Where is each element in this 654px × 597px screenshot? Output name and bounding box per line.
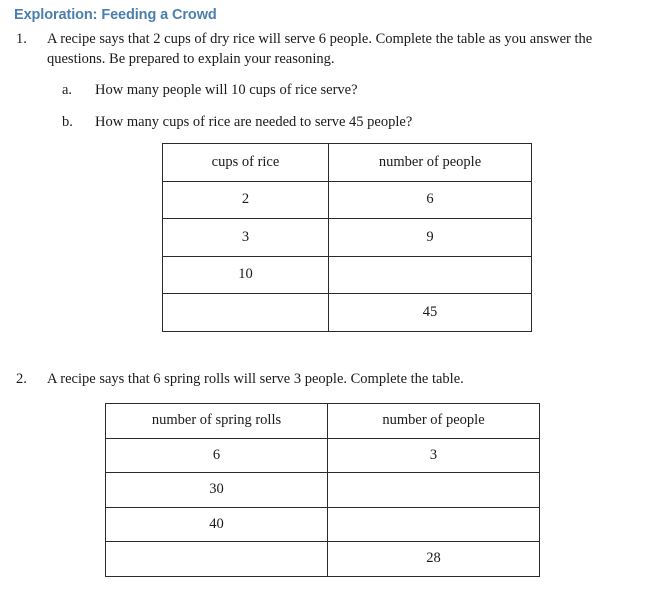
rice-table-header-people: number of people xyxy=(328,143,532,182)
rice-table-header-cups: cups of rice xyxy=(162,143,329,182)
table-row: 30 xyxy=(105,472,540,508)
subquestion-b-marker: b. xyxy=(62,114,73,130)
problem-1-subquestion-a: a. How many people will 10 cups of rice … xyxy=(62,81,482,100)
table-row: 40 xyxy=(105,506,540,542)
problem-2-marker: 2. xyxy=(16,371,27,387)
table-row: 10 xyxy=(162,255,532,294)
rolls-cell-r1c2[interactable]: 3 xyxy=(327,437,540,473)
problem-1-subquestion-b: b. How many cups of rice are needed to s… xyxy=(62,113,522,132)
rolls-cell-r4c1-blank[interactable] xyxy=(105,541,328,577)
table-row: 28 xyxy=(105,541,540,577)
subquestion-a-marker: a. xyxy=(62,82,73,98)
rice-cell-r1c2[interactable]: 6 xyxy=(328,180,532,219)
table-row-header: number of spring rolls number of people xyxy=(105,403,540,439)
subquestion-a-text: How many people will 10 cups of rice ser… xyxy=(95,82,358,98)
subquestion-b-text: How many cups of rice are needed to serv… xyxy=(95,114,413,130)
worksheet-page: Exploration: Feeding a Crowd 1. A recipe… xyxy=(0,0,654,597)
rice-cell-r3c1[interactable]: 10 xyxy=(162,255,329,294)
rolls-table-header-rolls: number of spring rolls xyxy=(105,403,328,439)
rolls-table-header-people: number of people xyxy=(327,403,540,439)
problem-2-text: A recipe says that 6 spring rolls will s… xyxy=(47,371,464,387)
rice-cell-r4c2[interactable]: 45 xyxy=(328,293,532,332)
rice-table: cups of rice number of people 2 6 3 9 10… xyxy=(162,143,532,332)
page-title: Exploration: Feeding a Crowd xyxy=(14,7,217,23)
rolls-cell-r2c1[interactable]: 30 xyxy=(105,472,328,508)
spring-rolls-table: number of spring rolls number of people … xyxy=(105,403,540,577)
table-row: 2 6 xyxy=(162,180,532,219)
table-row: 45 xyxy=(162,293,532,332)
problem-1: 1. A recipe says that 2 cups of dry rice… xyxy=(16,30,616,69)
problem-1-marker: 1. xyxy=(16,31,27,47)
rolls-cell-r1c1[interactable]: 6 xyxy=(105,437,328,473)
rolls-cell-r4c2[interactable]: 28 xyxy=(327,541,540,577)
table-row: 6 3 xyxy=(105,437,540,473)
rice-cell-r4c1-blank[interactable] xyxy=(162,293,329,332)
rolls-cell-r3c2-blank[interactable] xyxy=(327,506,540,542)
rice-cell-r3c2-blank[interactable] xyxy=(328,255,532,294)
problem-2: 2. A recipe says that 6 spring rolls wil… xyxy=(16,370,616,390)
rolls-cell-r2c2-blank[interactable] xyxy=(327,472,540,508)
rice-cell-r2c1[interactable]: 3 xyxy=(162,218,329,257)
table-row: 3 9 xyxy=(162,218,532,257)
rice-cell-r2c2[interactable]: 9 xyxy=(328,218,532,257)
rice-cell-r1c1[interactable]: 2 xyxy=(162,180,329,219)
problem-1-text: A recipe says that 2 cups of dry rice wi… xyxy=(47,31,593,67)
rolls-cell-r3c1[interactable]: 40 xyxy=(105,506,328,542)
table-row-header: cups of rice number of people xyxy=(162,143,532,182)
